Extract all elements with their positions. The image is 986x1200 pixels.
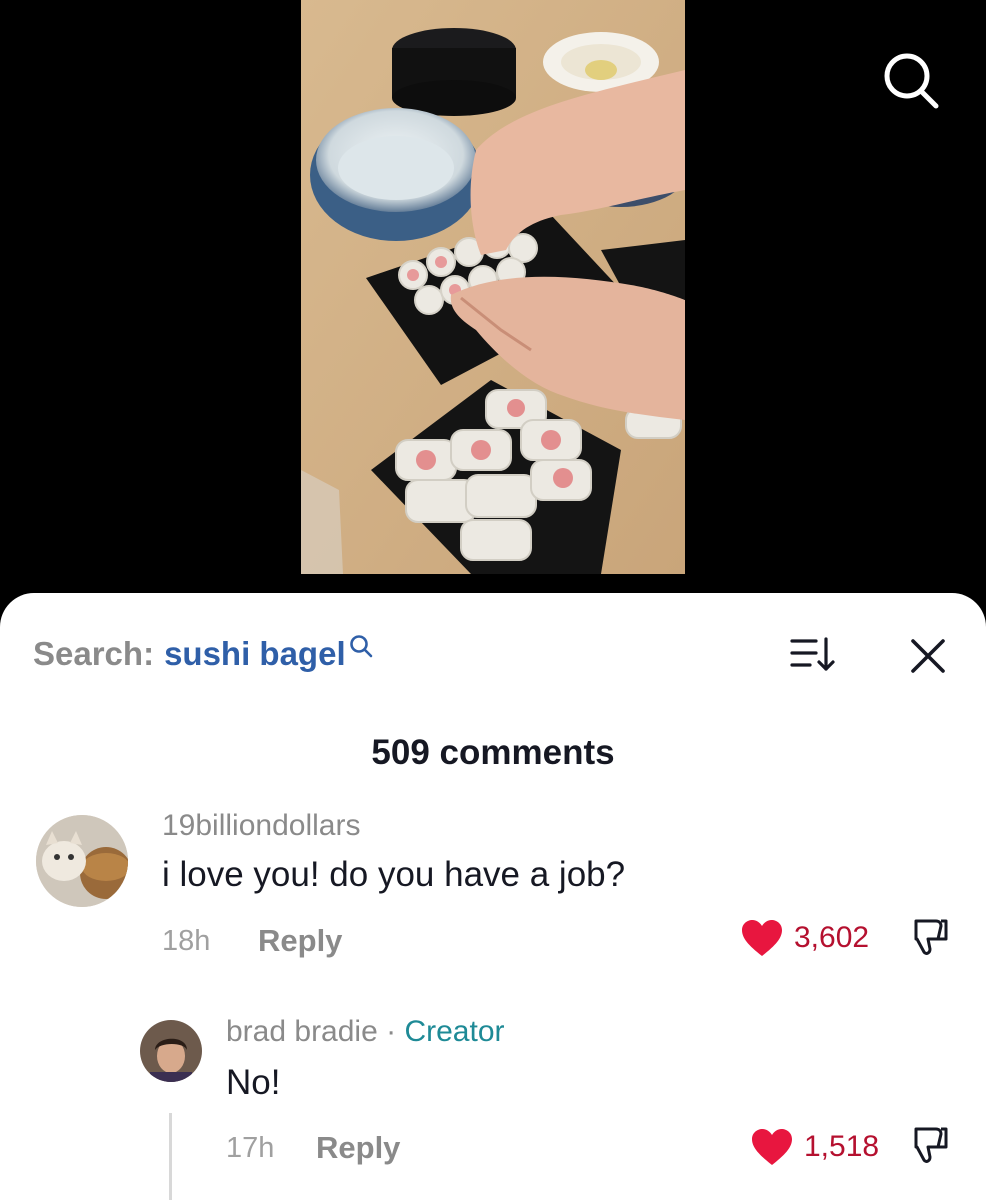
comment-time: 17h — [226, 1132, 275, 1164]
reply-button[interactable]: Reply — [316, 1130, 400, 1166]
comment-text: No! — [226, 1063, 281, 1102]
thread-line — [169, 1113, 172, 1200]
comments-sheet: Search: sushi bagel 509 comments 19billi… — [0, 593, 986, 1200]
top-search-icon[interactable] — [880, 50, 942, 112]
comment-username: brad bradie · Creator — [226, 1015, 505, 1049]
reply-username[interactable]: brad bradie — [226, 1015, 378, 1048]
heart-icon — [752, 1129, 792, 1165]
video-player[interactable] — [0, 0, 986, 612]
like-count: 1,518 — [804, 1130, 880, 1163]
video-thumbnail[interactable] — [301, 0, 685, 574]
thumbs-down-icon[interactable] — [908, 1123, 952, 1167]
like-button[interactable]: 1,518 — [750, 1127, 879, 1167]
reply-comment-item: brad bradie · Creator No! 17h Reply 1,51… — [0, 593, 986, 1200]
separator-dot: · — [386, 1015, 397, 1048]
sushi-video-image — [301, 0, 685, 574]
avatar[interactable] — [140, 1020, 202, 1082]
creator-badge: Creator — [404, 1015, 505, 1048]
